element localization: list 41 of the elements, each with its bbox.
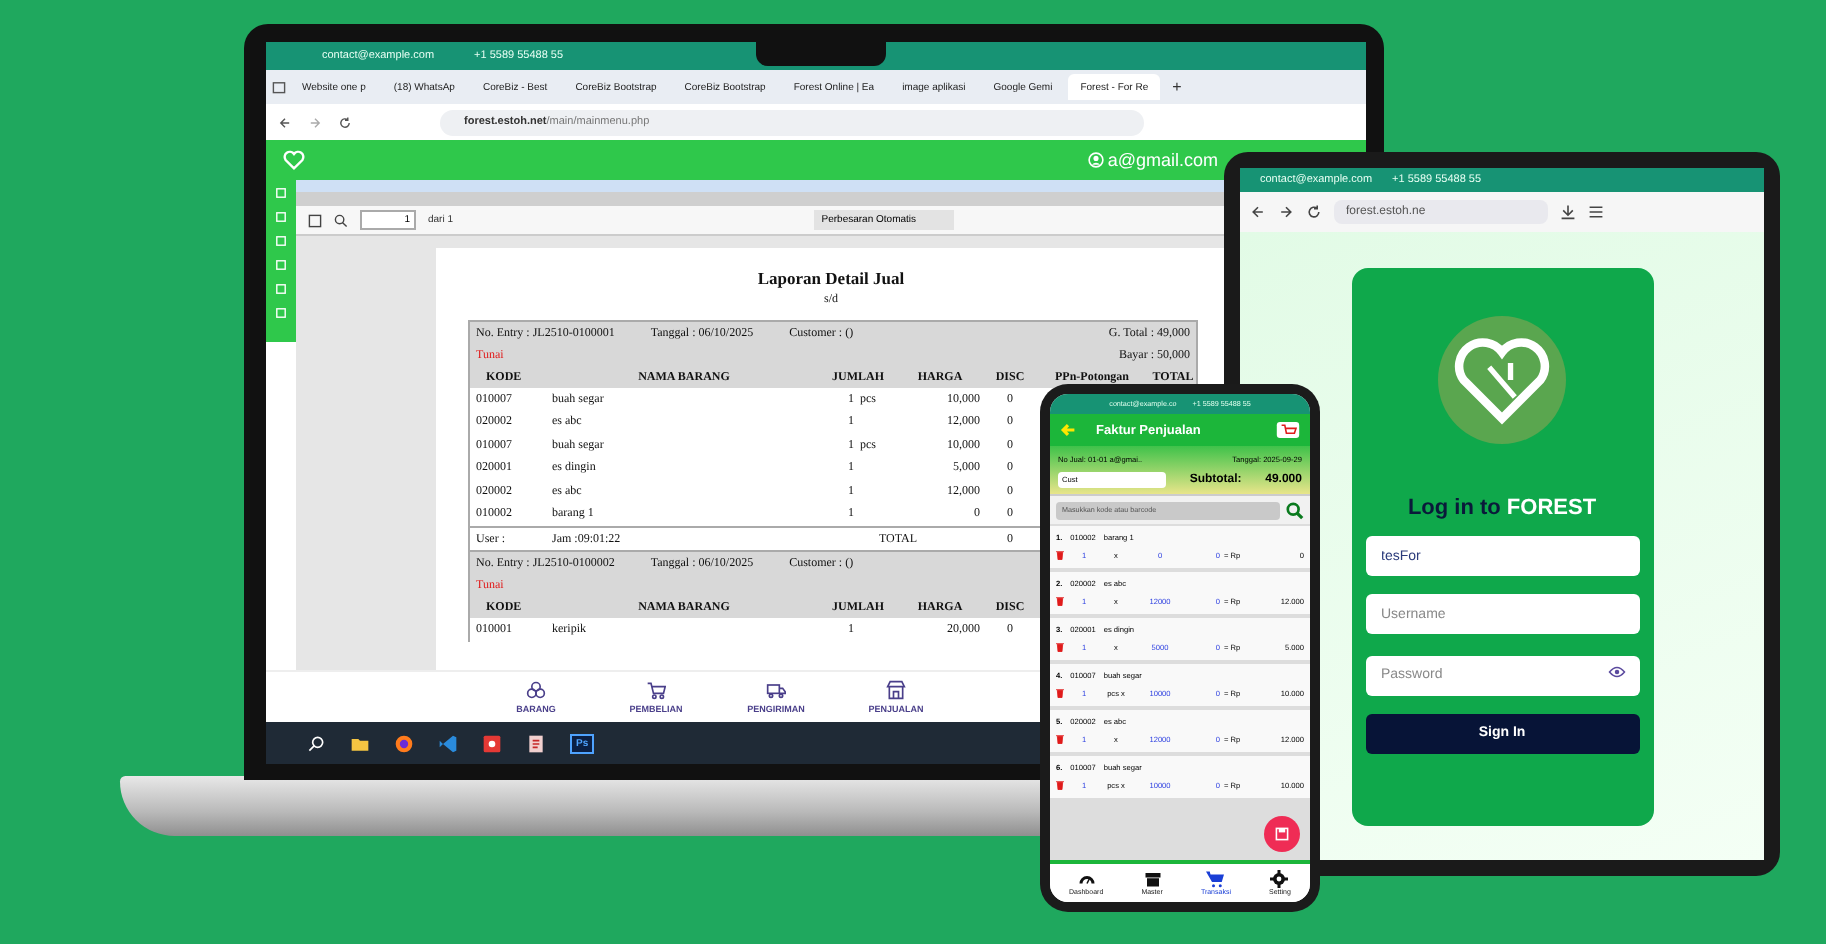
- menu-icon[interactable]: [1588, 204, 1604, 220]
- forward-icon[interactable]: [1278, 204, 1294, 220]
- search-icon[interactable]: [306, 733, 326, 753]
- trash-icon[interactable]: [1056, 734, 1064, 744]
- store-icon: [886, 680, 906, 700]
- camera-notch: [756, 42, 886, 66]
- box-icon: [1143, 870, 1162, 888]
- trash-icon[interactable]: [1056, 596, 1064, 606]
- report-title: Laporan Detail Jual: [755, 268, 907, 288]
- save-button[interactable]: [1264, 816, 1300, 852]
- heart-logo-icon: [282, 148, 306, 172]
- settings-icon: [1270, 870, 1289, 888]
- code-editor-icon[interactable]: [438, 733, 458, 753]
- folder-icon[interactable]: [350, 733, 370, 753]
- boxes-icon: [526, 680, 546, 700]
- browser-icon[interactable]: [394, 733, 414, 753]
- truck-icon: [766, 680, 786, 700]
- cart-button-icon[interactable]: [1276, 422, 1300, 438]
- app-icon[interactable]: [482, 733, 502, 753]
- back-icon[interactable]: [1250, 204, 1266, 220]
- save-icon: [1274, 826, 1290, 842]
- sidebar-toggle-icon[interactable]: [308, 213, 322, 227]
- tab-actions-icon[interactable]: [272, 80, 286, 94]
- search-icon[interactable]: [334, 213, 348, 227]
- document-icon[interactable]: [526, 733, 546, 753]
- eye-icon[interactable]: [1607, 666, 1625, 678]
- login-title: Log in to FOREST: [1407, 496, 1597, 520]
- back-icon[interactable]: [278, 115, 292, 129]
- trash-icon[interactable]: [1056, 642, 1064, 652]
- user-icon: [1087, 152, 1104, 168]
- reload-icon[interactable]: [1306, 204, 1322, 220]
- heart-logo-icon: [1438, 316, 1566, 444]
- reload-icon[interactable]: [338, 115, 352, 129]
- trash-icon[interactable]: [1056, 550, 1064, 560]
- trash-icon[interactable]: [1056, 780, 1064, 790]
- download-icon[interactable]: [1560, 204, 1576, 220]
- cart-icon: [1206, 870, 1225, 888]
- trash-icon[interactable]: [1056, 688, 1064, 698]
- cart-icon: [646, 680, 666, 700]
- gauge-icon: [1077, 870, 1096, 888]
- new-tab-button[interactable]: +: [1164, 78, 1190, 96]
